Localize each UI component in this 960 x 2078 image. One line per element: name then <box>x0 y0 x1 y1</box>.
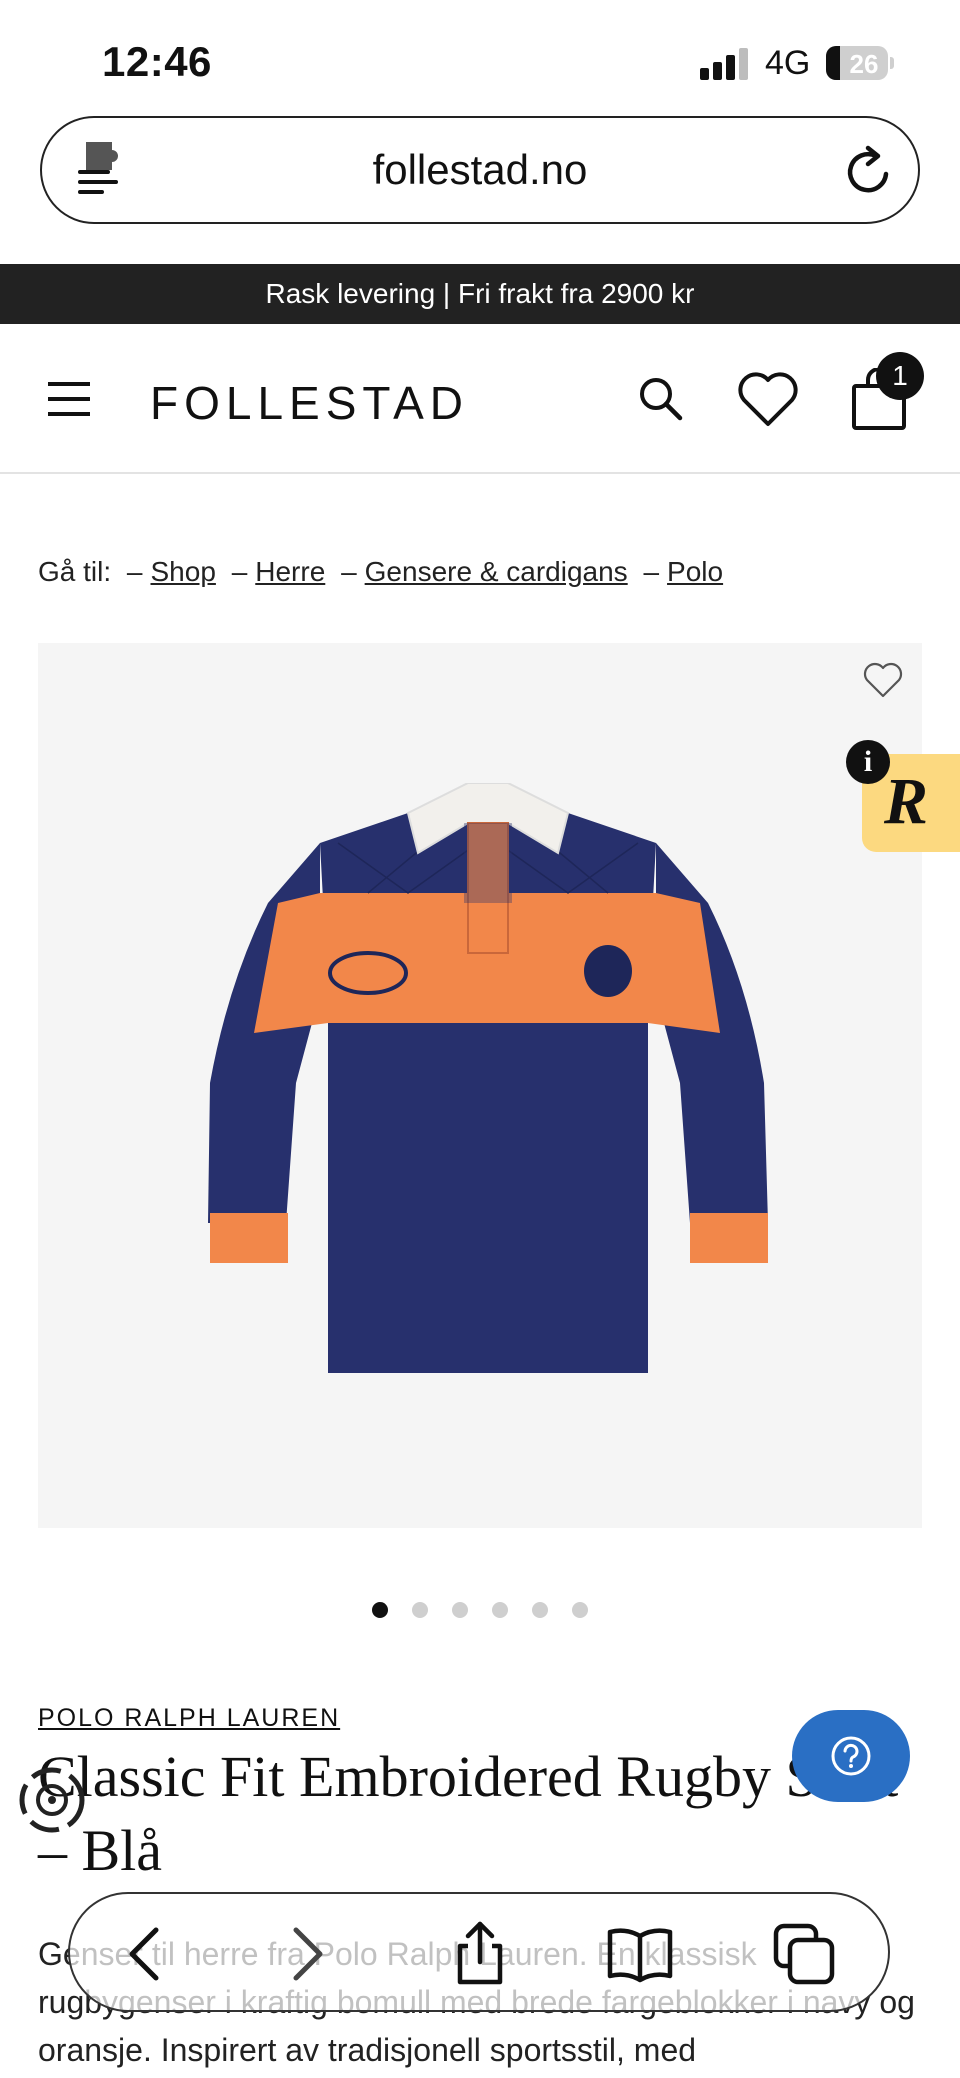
browser-toolbar <box>68 1892 890 2012</box>
menu-icon[interactable] <box>48 382 92 418</box>
tabs-icon[interactable] <box>770 1920 838 1988</box>
carousel-dot-1[interactable] <box>372 1602 388 1618</box>
breadcrumb-shop[interactable]: Shop <box>151 556 216 587</box>
url-text[interactable]: follestad.no <box>42 146 918 194</box>
heart-icon[interactable] <box>736 370 800 428</box>
carousel-dot-5[interactable] <box>532 1602 548 1618</box>
bookmarks-icon[interactable] <box>606 1920 674 1988</box>
site-header: FOLLESTAD 1 <box>0 324 960 474</box>
review-logo: R <box>884 765 929 838</box>
breadcrumb-prefix: Gå til: <box>38 556 112 587</box>
battery-level: 26 <box>849 49 879 79</box>
carousel-dot-2[interactable] <box>412 1602 428 1618</box>
cart-count-badge: 1 <box>876 352 924 400</box>
carousel-dot-6[interactable] <box>572 1602 588 1618</box>
rugby-shirt-image <box>208 783 768 1373</box>
address-bar[interactable]: follestad.no <box>40 116 920 224</box>
status-time: 12:46 <box>102 38 212 85</box>
help-chat-button[interactable] <box>792 1710 910 1802</box>
search-icon[interactable] <box>636 374 684 422</box>
back-icon[interactable] <box>112 1920 180 1988</box>
product-brand-link[interactable]: POLO RALPH LAUREN <box>38 1704 340 1733</box>
status-bar: 12:46 4G 26 <box>0 0 960 112</box>
info-icon[interactable]: i <box>846 740 890 784</box>
forward-icon[interactable] <box>272 1920 340 1988</box>
wishlist-heart-icon[interactable] <box>862 661 904 699</box>
help-icon <box>831 1736 871 1776</box>
breadcrumb-herre[interactable]: Herre <box>255 556 325 587</box>
reload-icon[interactable] <box>842 144 896 198</box>
site-logo[interactable]: FOLLESTAD <box>150 376 469 430</box>
battery-tip <box>890 57 894 69</box>
carousel-dot-4[interactable] <box>492 1602 508 1618</box>
breadcrumb-gensere[interactable]: Gensere & cardigans <box>365 556 628 587</box>
breadcrumb-polo[interactable]: Polo <box>667 556 723 587</box>
share-icon[interactable] <box>446 1920 514 1988</box>
image-carousel-dots <box>0 1602 960 1622</box>
accessibility-icon[interactable] <box>16 1764 88 1836</box>
breadcrumb: Gå til: – Shop – Herre – Gensere & cardigan… <box>38 556 724 587</box>
announcement-bar: Rask levering | Fri frakt fra 2900 kr <box>0 264 960 324</box>
product-title: Classic Fit Embroidered Rugby Shirt – Bl… <box>38 1744 899 1883</box>
product-image[interactable] <box>38 643 922 1528</box>
carousel-dot-3[interactable] <box>452 1602 468 1618</box>
signal-icon <box>700 48 752 80</box>
network-type: 4G <box>765 44 811 82</box>
battery-icon: 26 <box>826 46 888 80</box>
